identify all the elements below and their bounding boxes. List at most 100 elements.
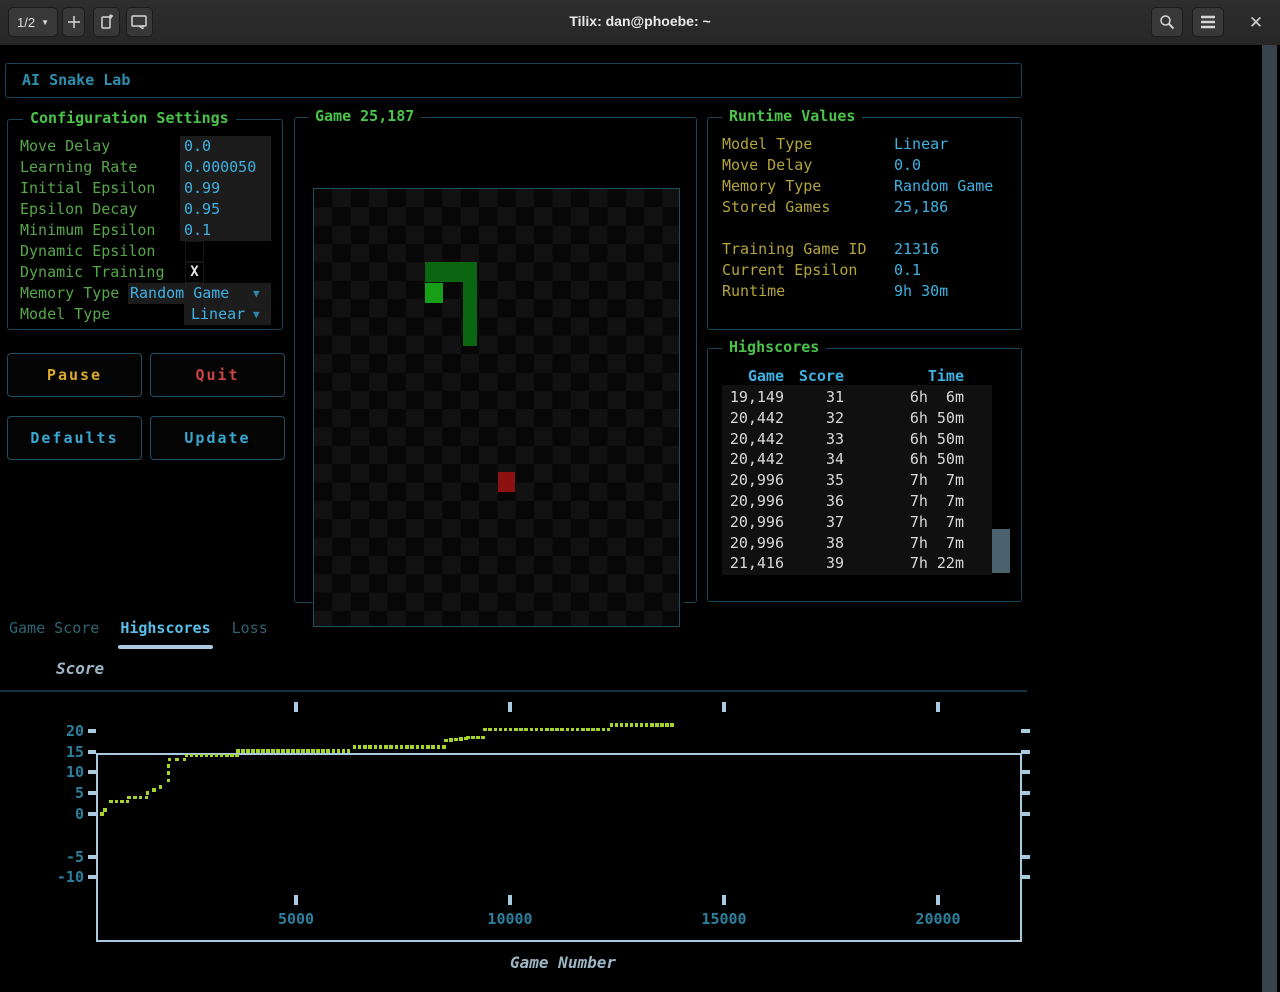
data-point [246,749,250,753]
data-point [146,791,150,795]
data-point [347,749,351,753]
config-select-value: Linear [191,304,245,325]
app-header-box: AI Snake Lab [5,63,1022,98]
data-point [576,728,580,732]
data-point [550,728,554,732]
data-point [168,758,172,762]
data-point [332,749,336,753]
config-panel-title: Configuration Settings [23,109,236,127]
chevron-down-icon: ▼ [253,304,260,325]
y-tick-label: -10 [44,869,84,885]
game-board [313,188,680,627]
search-icon [1159,14,1175,30]
x-tick-label: 15000 [684,910,764,928]
data-point [115,800,119,804]
data-point [395,745,399,749]
table-cell: 38 [794,533,844,554]
table-row[interactable]: 20,996367h 7m [722,491,992,512]
defaults-button[interactable]: Defaults [7,416,142,460]
data-point [560,728,564,732]
close-window-button[interactable]: ✕ [1242,10,1270,36]
table-row[interactable]: 21,416397h 22m [722,553,992,574]
config-checkbox[interactable]: X [185,262,204,283]
data-point [459,737,463,741]
data-point [405,745,409,749]
data-point [540,728,544,732]
table-row[interactable]: 20,442346h 50m [722,449,992,470]
data-point [296,749,300,753]
config-input-value: 0.000050 [184,157,256,178]
menu-button[interactable] [1192,7,1224,37]
y-tick-mark [88,750,96,754]
table-row[interactable]: 20,996377h 7m [722,512,992,533]
data-point [139,796,143,800]
tab-game-score[interactable]: Game Score [9,612,99,644]
data-point [200,754,204,758]
highscores-scrollbar-thumb[interactable] [992,529,1010,573]
data-point [494,728,498,732]
terminal-content: AI Snake Lab Configuration Settings Move… [0,45,1280,992]
y-tick-label: -5 [44,849,84,865]
table-row[interactable]: 20,442326h 50m [722,408,992,429]
runtime-value: 0.1 [894,260,921,281]
data-point [410,745,414,749]
data-point [442,745,446,749]
highscores-column-header: Game [722,366,784,387]
data-point [488,728,492,732]
tab-highscores[interactable]: Highscores [120,612,210,644]
data-point [625,723,629,727]
x-tick-mark [722,702,726,712]
data-point [183,758,187,762]
x-tick-label: 10000 [470,910,550,928]
app-title: AI Snake Lab [22,71,130,89]
table-cell: 6h 50m [874,429,964,450]
quit-button[interactable]: Quit [150,353,285,397]
data-point [581,728,585,732]
x-tick-mark [936,895,940,905]
terminal-scrollbar[interactable] [1262,45,1277,992]
data-point [421,745,425,749]
search-button[interactable] [1151,7,1183,37]
data-point [127,796,131,800]
table-row[interactable]: 20,442336h 50m [722,429,992,450]
data-point [185,754,189,758]
data-point [306,749,310,753]
table-row[interactable]: 19,149316h 6m [722,387,992,408]
update-button[interactable]: Update [150,416,285,460]
data-point [220,754,224,758]
data-point [400,745,404,749]
table-cell: 7h 22m [874,553,964,574]
table-cell: 34 [794,449,844,470]
data-point [426,745,430,749]
data-point [291,749,295,753]
table-row[interactable]: 20,996357h 7m [722,470,992,491]
table-row[interactable]: 20,996387h 7m [722,533,992,554]
config-input-value: 0.1 [184,220,211,241]
data-point [321,749,325,753]
data-point [342,749,346,753]
y-tick-label: 0 [44,806,84,822]
data-point [504,728,508,732]
table-cell: 37 [794,512,844,533]
chart-x-axis-title: Game Number [463,953,663,972]
hamburger-menu-icon [1200,15,1216,29]
table-cell: 6h 6m [874,387,964,408]
table-cell: 20,442 [722,408,784,429]
y-tick-mark [88,791,96,795]
tab-loss[interactable]: Loss [232,612,268,644]
config-field-label: Epsilon Decay [20,199,137,220]
snake-head [425,283,443,303]
data-point [316,749,320,753]
data-point [635,723,639,727]
highscores-column-header: Score [794,366,844,387]
data-point [266,749,270,753]
runtime-label: Stored Games [722,197,830,218]
data-point [205,754,209,758]
x-tick-label: 5000 [256,910,336,928]
y-tick-mark [88,812,96,816]
config-checkbox[interactable] [185,241,204,262]
pause-button[interactable]: Pause [7,353,142,397]
data-point [519,728,523,732]
data-point [126,800,130,804]
data-point [476,736,480,740]
